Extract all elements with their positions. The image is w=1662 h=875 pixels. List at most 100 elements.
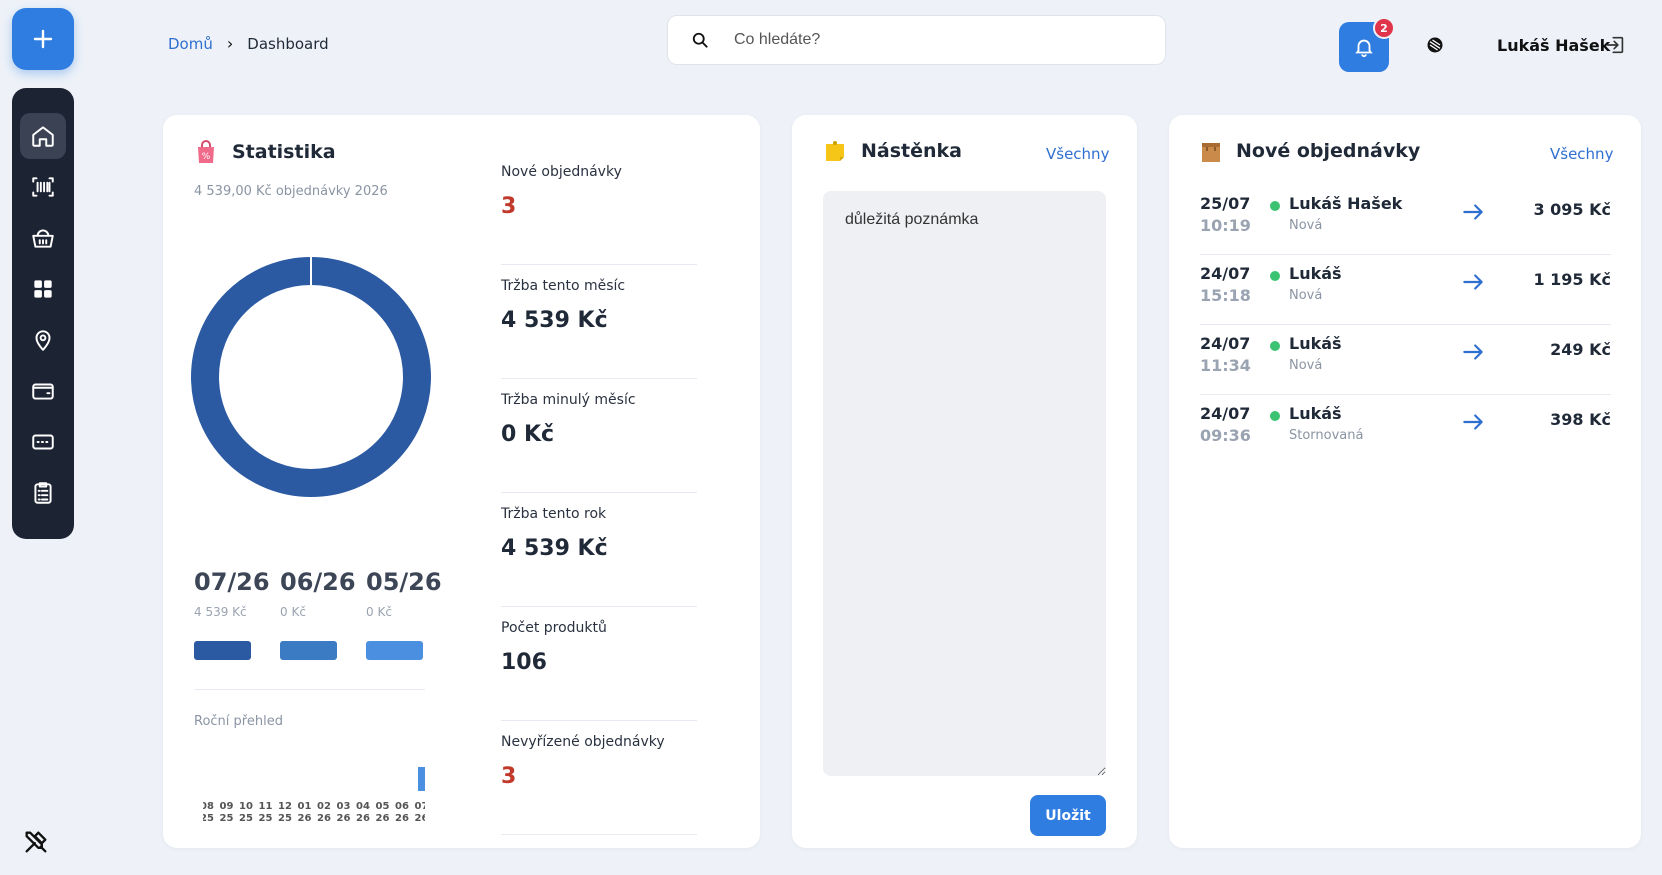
- save-button[interactable]: Uložit: [1030, 795, 1106, 836]
- order-price: 3 095 Kč: [1533, 200, 1611, 219]
- search-input[interactable]: [734, 31, 1114, 49]
- tick-label: 10: [239, 801, 253, 812]
- kpi-value: 0 Kč: [501, 422, 555, 447]
- tick-label: 08: [203, 801, 214, 812]
- breadcrumb-current: Dashboard: [247, 34, 329, 53]
- month-label: 06/26: [280, 568, 356, 596]
- user-name[interactable]: Lukáš Hašek: [1497, 36, 1610, 55]
- kpi-label: Tržba minulý měsíc: [501, 392, 636, 408]
- status-dot: [1270, 201, 1280, 211]
- kpi-value: 106: [501, 650, 547, 675]
- barcode-icon: [32, 177, 54, 197]
- order-time: 11:34: [1200, 356, 1251, 375]
- arrow-right-icon[interactable]: [1460, 199, 1486, 225]
- month-bar: [194, 641, 251, 660]
- kpi-revenue-last-month: Tržba minulý měsíc 0 Kč: [501, 379, 697, 493]
- order-date: 24/07: [1200, 264, 1251, 283]
- wallet-icon: [32, 383, 54, 400]
- order-customer: Lukáš: [1289, 334, 1342, 353]
- add-button[interactable]: [12, 8, 74, 70]
- plus-icon: [33, 29, 53, 49]
- shopping-bag-icon: %: [198, 140, 214, 163]
- order-time: 09:36: [1200, 426, 1251, 445]
- chevron-right-icon: ›: [226, 34, 234, 53]
- order-customer: Lukáš: [1289, 404, 1342, 423]
- order-price: 249 Kč: [1550, 340, 1611, 359]
- arrow-right-icon[interactable]: [1460, 409, 1486, 435]
- month-label: 07/26: [194, 568, 270, 596]
- sidebar-item-card[interactable]: [20, 419, 66, 465]
- order-customer: Lukáš: [1289, 264, 1342, 283]
- grid-icon: [34, 280, 52, 298]
- order-time: 15:18: [1200, 286, 1251, 305]
- orders-all-link[interactable]: Všechny: [1550, 145, 1613, 163]
- donut-slice: [191, 257, 431, 497]
- tick-label: 11: [259, 801, 273, 812]
- tick-label: 25: [239, 813, 253, 824]
- month-value: 4 539 Kč: [194, 605, 247, 619]
- home-icon: [32, 126, 54, 147]
- order-date: 24/07: [1200, 334, 1251, 353]
- order-price: 398 Kč: [1550, 410, 1611, 429]
- order-time: 10:19: [1200, 216, 1251, 235]
- order-status: Nová: [1289, 288, 1323, 303]
- svg-text:%: %: [202, 152, 211, 162]
- month-value: 0 Kč: [366, 605, 392, 619]
- tick-label: 06: [395, 801, 409, 812]
- tick-label: 01: [298, 801, 312, 812]
- sidebar-item-grid[interactable]: [20, 266, 66, 312]
- sidebar-item-home[interactable]: [20, 113, 66, 159]
- order-row[interactable]: 24/07 15:18 Lukáš Nová 1 195 Kč: [1200, 255, 1611, 325]
- card-icon: [32, 434, 54, 450]
- sidebar-item-wallet[interactable]: [20, 368, 66, 414]
- kpi-list: Nové objednávky 3 Tržba tento měsíc 4 53…: [501, 151, 697, 835]
- month-bar: [366, 641, 423, 660]
- order-status: Nová: [1289, 358, 1323, 373]
- theme-toggle-icon[interactable]: [1425, 35, 1447, 57]
- logout-icon[interactable]: [1605, 34, 1629, 58]
- bar-07/26: [418, 767, 425, 791]
- sidebar-item-clipboard[interactable]: [20, 470, 66, 516]
- card-title: Nové objednávky: [1236, 140, 1421, 162]
- tick-label: 26: [415, 813, 425, 824]
- tick-label: 26: [298, 813, 312, 824]
- order-price: 1 195 Kč: [1533, 270, 1611, 289]
- tick-label: 12: [278, 801, 292, 812]
- sidebar-item-barcode[interactable]: [20, 164, 66, 210]
- breadcrumb-home-link[interactable]: Domů: [168, 35, 213, 53]
- order-row[interactable]: 24/07 09:36 Lukáš Stornovaná 398 Kč: [1200, 395, 1611, 465]
- kpi-value: 3: [501, 194, 517, 219]
- search-bar: [667, 15, 1166, 65]
- card-title: Statistika: [232, 141, 336, 163]
- note-textarea[interactable]: [823, 191, 1106, 776]
- kpi-new-orders: Nové objednávky 3: [501, 151, 697, 265]
- tick-label: 07: [415, 801, 425, 812]
- month-item: 07/26 4 539 Kč: [194, 568, 280, 660]
- kpi-label: Nevyřízené objednávky: [501, 734, 665, 750]
- stats-subtitle: 4 539,00 Kč objednávky 2026: [194, 184, 388, 199]
- yearly-bar-chart: 0825092510251125122501260226032604260526…: [203, 767, 425, 824]
- status-dot: [1270, 271, 1280, 281]
- arrow-right-icon[interactable]: [1460, 339, 1486, 365]
- kpi-product-count: Počet produktů 106: [501, 607, 697, 721]
- search-icon: [692, 32, 708, 48]
- tools-icon[interactable]: [22, 828, 52, 858]
- tick-label: 25: [278, 813, 292, 824]
- kpi-label: Nové objednávky: [501, 164, 622, 180]
- kpi-revenue-this-year: Tržba tento rok 4 539 Kč: [501, 493, 697, 607]
- order-date: 25/07: [1200, 194, 1251, 213]
- order-row[interactable]: 24/07 11:34 Lukáš Nová 249 Kč: [1200, 325, 1611, 395]
- month-label: 05/26: [366, 568, 442, 596]
- order-row[interactable]: 25/07 10:19 Lukáš Hašek Nová 3 095 Kč: [1200, 185, 1611, 255]
- stats-card: % Statistika 4 539,00 Kč objednávky 2026…: [163, 115, 760, 848]
- kpi-label: Tržba tento rok: [501, 506, 607, 522]
- sidebar-item-location[interactable]: [20, 317, 66, 363]
- arrow-right-icon[interactable]: [1460, 269, 1486, 295]
- sidebar-item-basket[interactable]: [20, 215, 66, 261]
- paper-bag-icon: [1202, 143, 1220, 162]
- sidebar: [12, 88, 74, 539]
- tick-label: 03: [337, 801, 351, 812]
- month-item: 06/26 0 Kč: [280, 568, 366, 660]
- sticky-note-icon: [826, 141, 844, 161]
- board-all-link[interactable]: Všechny: [1046, 145, 1109, 163]
